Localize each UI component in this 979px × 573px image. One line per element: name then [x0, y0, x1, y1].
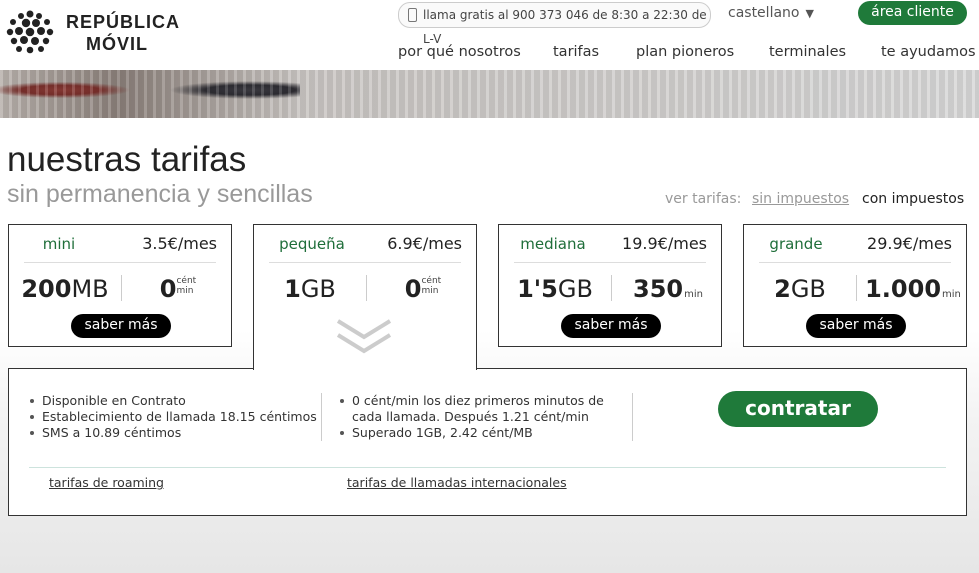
- nav-tarifas[interactable]: tarifas: [553, 44, 599, 60]
- unit-top: cént: [421, 276, 442, 286]
- list-item: SMS a 10.89 céntimos: [29, 425, 319, 441]
- divider: [29, 467, 946, 468]
- chevron-down-icon[interactable]: [334, 317, 394, 357]
- nav-te-ayudamos[interactable]: te ayudamos: [881, 44, 976, 60]
- tariff-name: mini: [42, 235, 76, 253]
- divider: [514, 262, 706, 263]
- caret-down-icon: ▼: [805, 7, 814, 20]
- detail-list-2: 0 cént/min los diez primeros minutos de …: [339, 393, 631, 441]
- tax-toggle-with[interactable]: con impuestos: [862, 191, 964, 207]
- divider: [632, 393, 633, 441]
- list-item: Disponible en Contrato: [29, 393, 319, 409]
- minutes-amount: 0: [404, 275, 422, 303]
- data-unit: GB: [557, 275, 593, 303]
- tariff-data: 1'5GB: [499, 275, 611, 303]
- data-unit: GB: [300, 275, 336, 303]
- page-title: nuestras tarifas: [7, 140, 247, 179]
- tariff-card-grande[interactable]: grande 29.9€/mes 2GB 1.000min saber más: [743, 224, 967, 347]
- free-call-box: llama gratis al 900 373 046 de 8:30 a 22…: [398, 2, 711, 46]
- data-unit: GB: [790, 275, 826, 303]
- list-item: Establecimiento de llamada 18.15 céntimo…: [29, 409, 319, 425]
- tariff-data: 1GB: [254, 275, 366, 303]
- minutes-amount: 0: [159, 275, 177, 303]
- minutes-amount: 350: [633, 275, 684, 303]
- tariff-data: 200MB: [9, 275, 121, 303]
- unit-top: cént: [176, 276, 197, 286]
- hero-image: [0, 70, 979, 118]
- tax-toggle-label: ver tarifas:: [665, 191, 742, 207]
- saber-mas-button[interactable]: saber más: [561, 314, 661, 338]
- divider: [321, 393, 322, 441]
- phone-icon: [408, 8, 417, 22]
- free-call-text: llama gratis al 900 373 046 de 8:30 a 22…: [423, 8, 707, 46]
- saber-mas-button[interactable]: saber más: [806, 314, 906, 338]
- brand-line-2: MÓVIL: [86, 34, 148, 54]
- minutes-amount: 1.000: [865, 275, 942, 303]
- detail-list-1: Disponible en Contrato Establecimiento d…: [29, 393, 319, 441]
- tariff-name: pequeña: [279, 235, 345, 253]
- tariff-minutes: 0cént min: [367, 275, 479, 303]
- republica-movil-logo-icon[interactable]: [6, 10, 54, 54]
- tariff-price: 19.9€/mes: [622, 234, 707, 253]
- tariff-card-mini[interactable]: mini 3.5€/mes 200MB 0cént min saber más: [8, 224, 232, 347]
- data-amount: 200: [21, 275, 72, 303]
- divider: [24, 262, 216, 263]
- data-amount: 2: [774, 275, 791, 303]
- tariff-price: 29.9€/mes: [867, 234, 952, 253]
- tariff-data: 2GB: [744, 275, 856, 303]
- tariff-price: 3.5€/mes: [142, 234, 217, 253]
- data-amount: 1: [284, 275, 301, 303]
- saber-mas-button[interactable]: saber más: [71, 314, 171, 338]
- contratar-button[interactable]: contratar: [718, 391, 878, 427]
- tariff-detail-panel: Disponible en Contrato Establecimiento d…: [8, 368, 967, 516]
- area-cliente-button[interactable]: área cliente: [858, 1, 967, 25]
- hero-texture: [0, 70, 979, 118]
- list-item: 0 cént/min los diez primeros minutos de …: [339, 393, 631, 425]
- data-amount: 1'5: [517, 275, 558, 303]
- unit-bottom: min: [176, 286, 194, 296]
- nav-por-que-nosotros[interactable]: por qué nosotros: [398, 44, 521, 60]
- nav-terminales[interactable]: terminales: [769, 44, 846, 60]
- tariff-card-pequena[interactable]: pequeña 6.9€/mes 1GB 0cént min: [253, 224, 477, 370]
- header: REPÚBLICA MÓVIL llama gratis al 900 373 …: [0, 0, 979, 70]
- list-item: Superado 1GB, 2.42 cént/MB: [339, 425, 631, 441]
- tariff-name: mediana: [520, 235, 586, 253]
- unit-bottom: min: [421, 286, 439, 296]
- divider: [759, 262, 951, 263]
- tariff-name: grande: [769, 235, 823, 253]
- minutes-unit: cént min: [421, 276, 441, 296]
- tariff-minutes: 1.000min: [857, 275, 969, 303]
- tax-toggle-without[interactable]: sin impuestos: [752, 191, 849, 207]
- tariff-minutes: 0cént min: [122, 275, 234, 303]
- language-selector[interactable]: castellano ▼: [728, 5, 814, 21]
- tariff-price: 6.9€/mes: [387, 234, 462, 253]
- tariff-minutes: 350min: [612, 275, 724, 303]
- minutes-unit: cént min: [176, 276, 196, 296]
- nav-plan-pioneros[interactable]: plan pioneros: [636, 44, 734, 60]
- brand-line-1: REPÚBLICA: [66, 12, 181, 32]
- data-unit: MB: [71, 275, 109, 303]
- page-subtitle: sin permanencia y sencillas: [7, 180, 313, 208]
- minutes-unit: min: [942, 289, 961, 300]
- minutes-unit: min: [684, 289, 703, 300]
- divider: [269, 262, 461, 263]
- tariff-card-mediana[interactable]: mediana 19.9€/mes 1'5GB 350min saber más: [498, 224, 722, 347]
- language-label: castellano: [728, 5, 800, 21]
- international-calls-link[interactable]: tarifas de llamadas internacionales: [347, 475, 567, 490]
- roaming-rates-link[interactable]: tarifas de roaming: [49, 475, 164, 490]
- brand-name[interactable]: REPÚBLICA MÓVIL: [66, 11, 180, 55]
